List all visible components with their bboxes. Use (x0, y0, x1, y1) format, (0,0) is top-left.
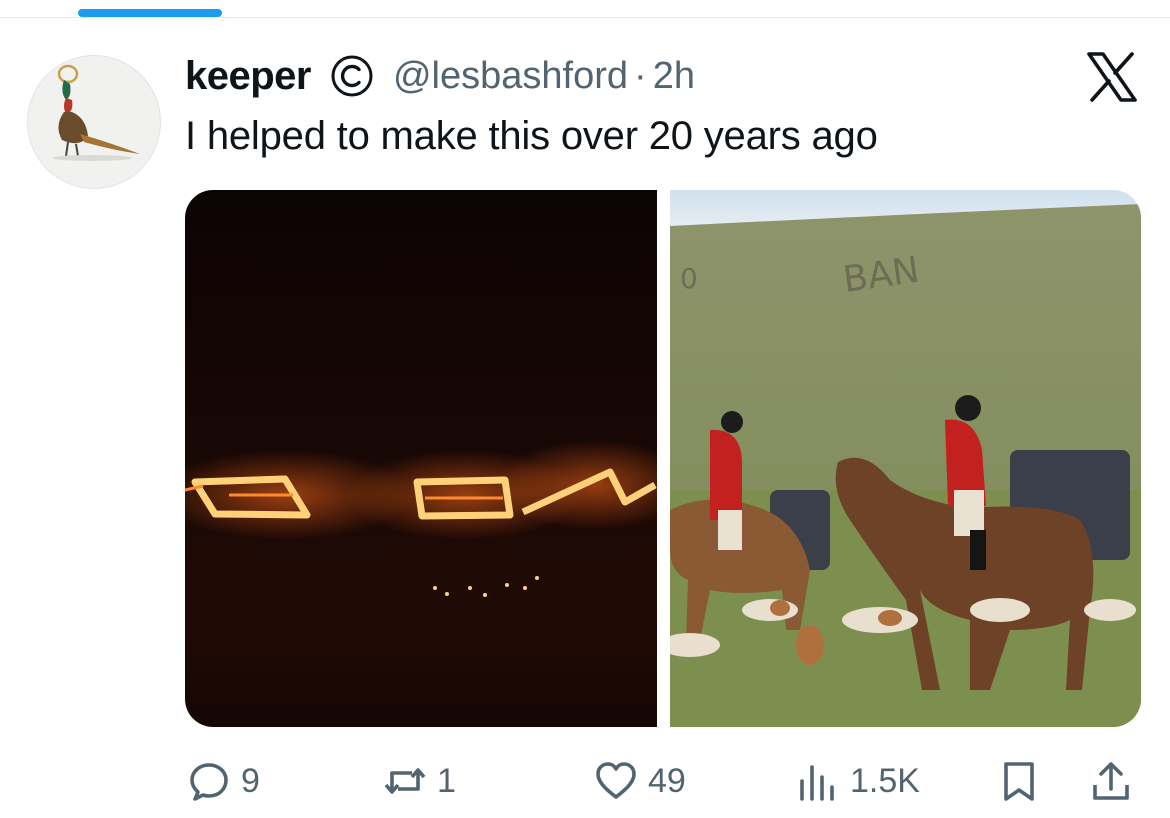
svg-text:0: 0 (680, 262, 698, 295)
bookmark-icon (1004, 762, 1034, 801)
bookmark-button[interactable] (997, 756, 1041, 806)
separator-dot: · (634, 54, 647, 97)
pheasant-avatar-icon (52, 64, 140, 161)
display-name[interactable]: keeper (185, 54, 311, 99)
hunt-riders-hillside-image[interactable]: BAN 0 (670, 190, 1141, 727)
copyright-badge-icon (329, 53, 375, 99)
tweet-text: I helped to make this over 20 years ago (185, 114, 878, 158)
heart-icon (596, 762, 636, 799)
views-count: 1.5K (850, 761, 920, 800)
share-button[interactable] (1089, 756, 1133, 806)
user-handle[interactable]: @lesbashford (393, 55, 628, 98)
like-count: 49 (648, 761, 686, 800)
views-bar-chart-icon (800, 765, 834, 801)
active-tab-indicator (78, 9, 222, 17)
repost-button[interactable]: 1 (383, 756, 456, 806)
avatar[interactable] (27, 55, 161, 189)
reply-count: 9 (241, 761, 260, 800)
top-divider (0, 17, 1170, 18)
media-grid: BAN 0 (185, 190, 1141, 727)
fire-letters-night-image[interactable] (185, 190, 657, 727)
tweet-actions: 9 1 49 1.5K (0, 756, 1170, 806)
share-upload-icon (1093, 762, 1129, 800)
like-button[interactable]: 49 (594, 756, 686, 806)
views-button[interactable]: 1.5K (796, 756, 920, 806)
x-logo-icon (1086, 52, 1138, 102)
reply-icon (190, 763, 228, 801)
repost-count: 1 (437, 761, 456, 800)
reply-button[interactable]: 9 (187, 756, 260, 806)
repost-icon (384, 768, 426, 794)
tweet-header: keeper @lesbashford · 2h (185, 52, 695, 100)
timestamp[interactable]: 2h (653, 55, 695, 98)
